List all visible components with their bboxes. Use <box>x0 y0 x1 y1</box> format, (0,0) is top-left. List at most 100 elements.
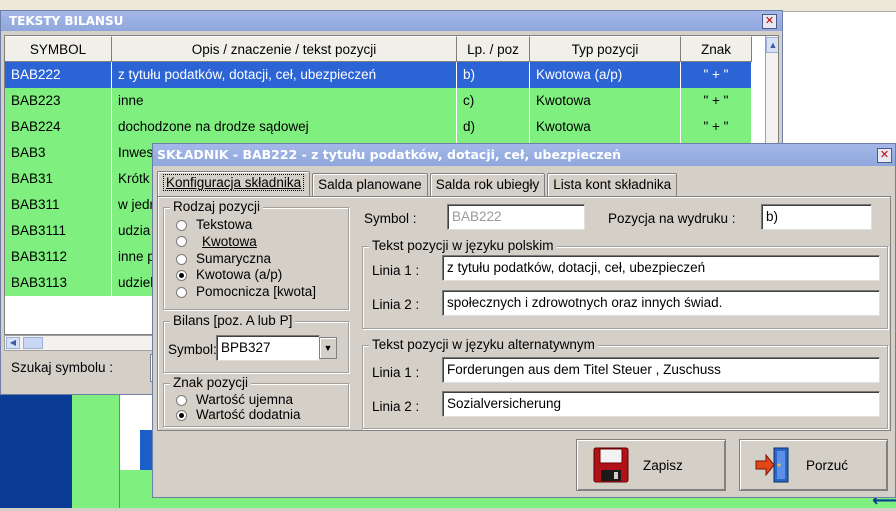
tab-panel-konfiguracja: Rodzaj pozycji Tekstowa Kwotowa Sumarycz… <box>157 196 891 431</box>
cell-symbol: BAB3113 <box>5 270 112 296</box>
tab-salda-planowane[interactable]: Salda planowane <box>312 173 428 196</box>
radio-label: Kwotowa <box>202 234 257 249</box>
radio-sumaryczna[interactable]: Sumaryczna <box>176 252 271 266</box>
alternatywny-linia1-field[interactable]: Forderungen aus dem Titel Steuer , Zusch… <box>442 357 880 383</box>
background-right-panel <box>780 12 896 162</box>
table-row[interactable]: BAB223 inne c) Kwotowa " + " <box>5 88 765 114</box>
cancel-button[interactable]: Porzuć <box>739 439 888 491</box>
tab-label: Konfiguracja składnika <box>163 174 305 191</box>
column-header-znak[interactable]: Znak <box>681 36 752 62</box>
tab-konfiguracja[interactable]: Konfiguracja składnika <box>157 171 311 196</box>
window-title: TEKSTY BILANSU <box>1 11 782 31</box>
cell-opis: dochodzone na drodze sądowej <box>112 114 457 140</box>
radio-label: Kwotowa (a/p) <box>196 267 283 282</box>
table-row[interactable]: BAB224 dochodzone na drodze sądowej d) Kwot… <box>5 114 765 140</box>
radio-kwotowa-ap[interactable]: Kwotowa (a/p) <box>176 268 282 282</box>
tab-lista-kont[interactable]: Lista kont składnika <box>547 173 678 196</box>
radio-icon[interactable] <box>176 394 187 406</box>
linia1-label: Linia 1 : <box>372 263 420 278</box>
background-left-strip <box>0 390 72 508</box>
group-legend: Tekst pozycji w języku alternatywnym <box>369 337 598 353</box>
linia1-label: Linia 1 : <box>372 365 420 380</box>
dialog-title: SKŁADNIK - BAB222 - z tytułu podatków, d… <box>153 144 895 166</box>
cell-symbol: BAB3111 <box>5 218 112 244</box>
column-header-opis[interactable]: Opis / znaczenie / tekst pozycji <box>112 36 457 62</box>
column-header-lp[interactable]: Lp. / poz <box>457 36 530 62</box>
radio-label: Wartość dodatnia <box>196 407 301 422</box>
cell-symbol: BAB31 <box>5 166 112 192</box>
cell-znak: " + " <box>681 88 752 114</box>
radio-label: Wartość ujemna <box>196 392 294 407</box>
pozycja-field[interactable]: b) <box>761 204 872 230</box>
cell-symbol: BAB224 <box>5 114 112 140</box>
cell-lp: d) <box>457 114 530 140</box>
cell-typ: Kwotowa <box>530 114 681 140</box>
scroll-thumb[interactable] <box>23 337 43 349</box>
radio-tekstowa[interactable]: Tekstowa <box>176 218 252 232</box>
save-button[interactable]: Zapisz <box>576 439 726 491</box>
alternatywny-group: Tekst pozycji w języku alternatywnym Lin… <box>362 337 888 429</box>
scroll-up-icon[interactable]: ▲ <box>766 37 778 53</box>
cell-symbol: BAB222 <box>5 62 112 88</box>
bilans-group: Bilans [poz. A lub P] Symbol: BPB327 ▼ <box>163 313 349 373</box>
radio-icon[interactable] <box>176 236 187 247</box>
radio-label: Tekstowa <box>196 217 253 232</box>
group-legend: Znak pozycji <box>170 375 252 391</box>
cell-symbol: BAB3112 <box>5 244 112 270</box>
radio-icon[interactable] <box>176 219 187 231</box>
cell-symbol: BAB311 <box>5 192 112 218</box>
polski-linia1-field[interactable]: z tytułu podatków, dotacji, ceł, ubezpie… <box>442 255 880 281</box>
symbol-field: BAB222 <box>447 204 585 230</box>
radio-icon[interactable] <box>176 286 187 298</box>
column-header-typ[interactable]: Typ pozycji <box>530 36 681 62</box>
chevron-down-icon[interactable]: ▼ <box>319 337 337 359</box>
horizontal-scrollbar[interactable]: ◀ <box>4 335 154 351</box>
cell-lp: b) <box>457 62 530 88</box>
group-legend: Bilans [poz. A lub P] <box>170 313 296 329</box>
exit-door-icon <box>754 445 794 485</box>
bilans-symbol-label: Symbol: <box>168 342 217 357</box>
scroll-left-icon[interactable]: ◀ <box>6 337 20 349</box>
radio-kwotowa[interactable]: Kwotowa <box>202 235 257 249</box>
alternatywny-linia2-field[interactable]: Sozialversicherung <box>442 391 880 417</box>
bilans-symbol-select[interactable]: BPB327 <box>216 335 320 361</box>
floppy-disk-icon <box>591 445 631 485</box>
cell-typ: Kwotowa (a/p) <box>530 62 681 88</box>
cell-lp: c) <box>457 88 530 114</box>
radio-icon[interactable] <box>176 253 187 265</box>
cancel-button-label: Porzuć <box>806 457 849 473</box>
close-icon[interactable]: ✕ <box>762 14 777 29</box>
radio-label: Pomocnicza [kwota] <box>196 284 317 299</box>
tab-bar: Konfiguracja składnika Salda planowane S… <box>157 171 679 197</box>
linia2-label: Linia 2 : <box>372 297 420 312</box>
cell-symbol: BAB3 <box>5 140 112 166</box>
table-row[interactable]: BAB222 z tytułu podatków, dotacji, ceł, u… <box>5 62 765 88</box>
radio-pomocnicza[interactable]: Pomocnicza [kwota] <box>176 285 316 299</box>
column-header-symbol[interactable]: SYMBOL <box>5 36 112 62</box>
cell-opis: inne <box>112 88 457 114</box>
znak-pozycji-group: Znak pozycji Wartość ujemna Wartość doda… <box>163 375 349 427</box>
radio-selected-icon[interactable] <box>176 409 187 421</box>
radio-selected-icon[interactable] <box>176 269 187 281</box>
polski-linia2-field[interactable]: społecznych i zdrowotnych oraz innych św… <box>442 290 880 316</box>
cell-znak: " + " <box>681 62 752 88</box>
save-button-label: Zapisz <box>643 457 683 473</box>
radio-wartosc-dodatnia[interactable]: Wartość dodatnia <box>176 408 301 422</box>
group-legend: Tekst pozycji w języku polskim <box>369 238 557 254</box>
background-row-numbers: 207 210 211 221 231 <box>72 390 179 508</box>
polski-group: Tekst pozycji w języku polskim Linia 1 :… <box>362 238 888 329</box>
radio-label: Sumaryczna <box>196 251 272 266</box>
rodzaj-pozycji-group: Rodzaj pozycji Tekstowa Kwotowa Sumarycz… <box>163 199 349 310</box>
close-icon[interactable]: ✕ <box>877 148 892 163</box>
search-label: Szukaj symbolu : <box>11 360 114 375</box>
linia2-label: Linia 2 : <box>372 399 420 414</box>
tab-salda-rok-ubiegly[interactable]: Salda rok ubiegły <box>429 173 546 196</box>
table-header: SYMBOL Opis / znaczenie / tekst pozycji … <box>5 36 765 62</box>
cell-typ: Kwotowa <box>530 88 681 114</box>
cell-opis: z tytułu podatków, dotacji, ceł, ubezpie… <box>112 62 457 88</box>
cell-symbol: BAB223 <box>5 88 112 114</box>
skladnik-dialog: SKŁADNIK - BAB222 - z tytułu podatków, d… <box>152 143 896 498</box>
symbol-label: Symbol : <box>364 211 417 226</box>
radio-wartosc-ujemna[interactable]: Wartość ujemna <box>176 393 293 407</box>
group-legend: Rodzaj pozycji <box>170 199 264 215</box>
